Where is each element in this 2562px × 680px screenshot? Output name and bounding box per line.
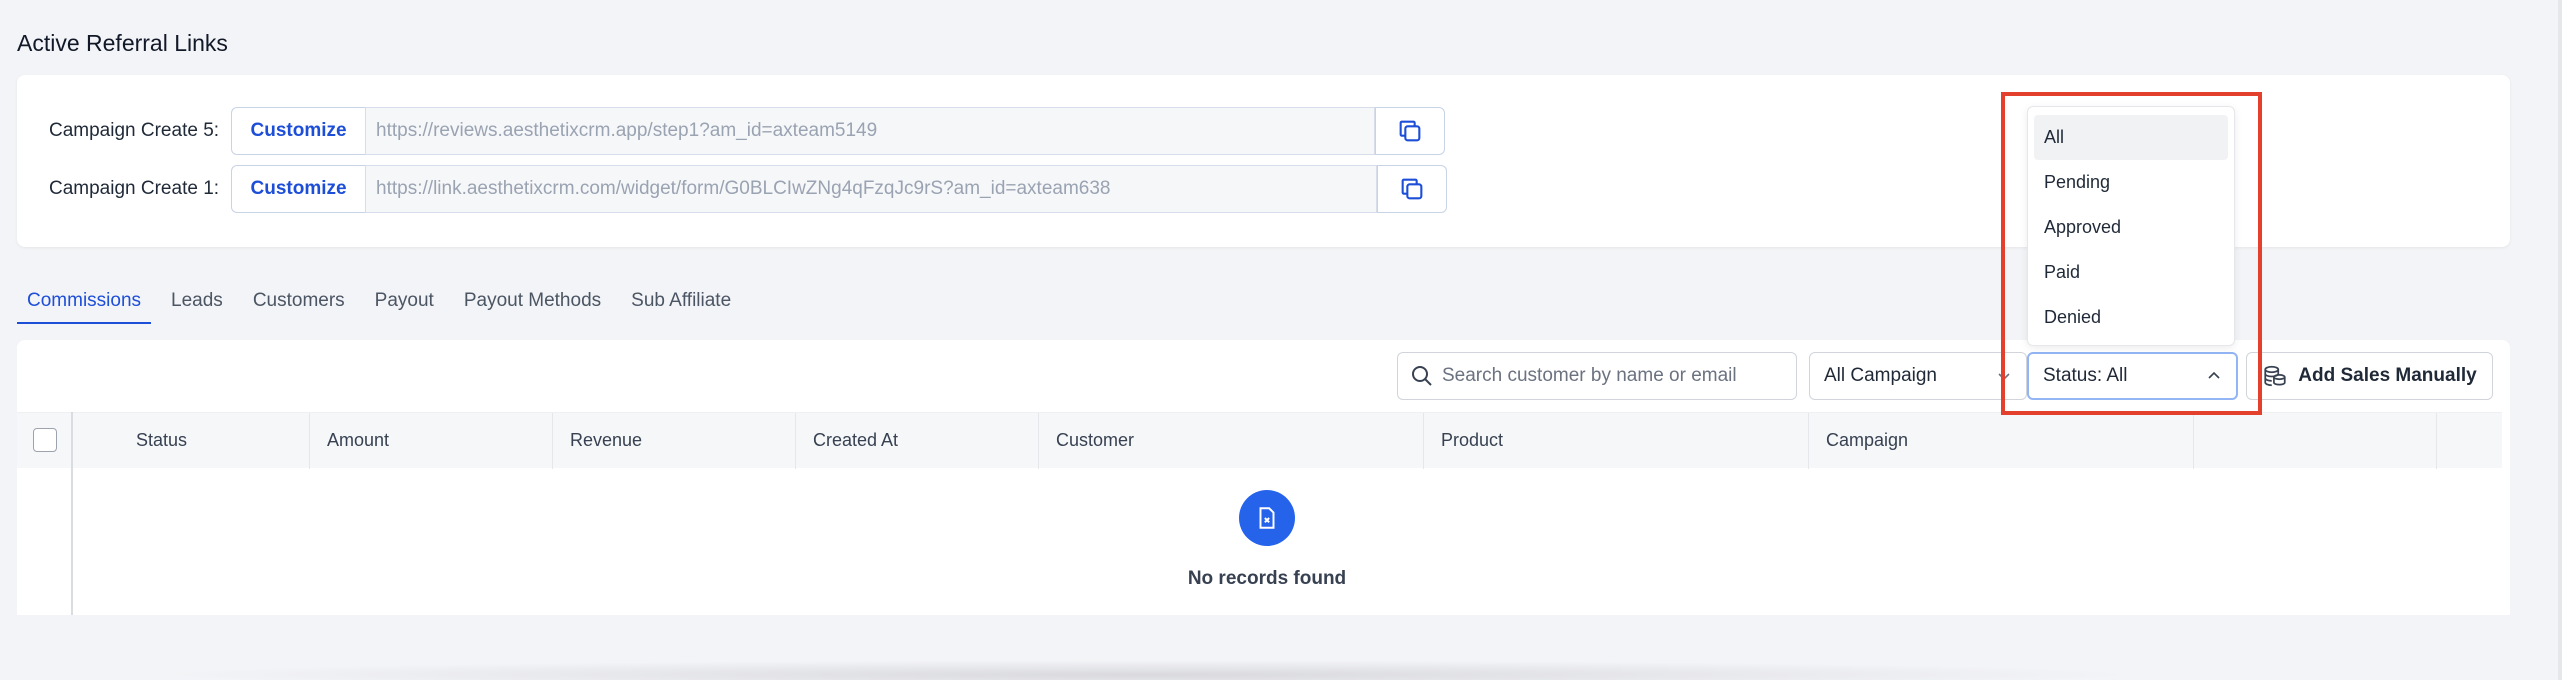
column-header-status[interactable]: Status xyxy=(73,412,310,469)
customize-button[interactable]: Customize xyxy=(231,165,366,213)
highlight-annotation-box xyxy=(2001,92,2262,415)
column-header-campaign[interactable]: Campaign xyxy=(1809,412,2194,469)
column-header-product[interactable]: Product xyxy=(1424,412,1809,469)
column-header-created-at[interactable]: Created At xyxy=(796,412,1039,469)
referral-link-group: Customize https://link.aesthetixcrm.com/… xyxy=(231,165,1448,213)
copy-icon xyxy=(1399,120,1421,142)
tab-leads[interactable]: Leads xyxy=(161,276,233,324)
referral-link-label: Campaign Create 1: xyxy=(49,178,220,199)
table-header: Status Amount Revenue Created At Custome… xyxy=(17,412,2502,469)
referral-link-row: Campaign Create 1: Customize https://lin… xyxy=(49,165,1448,213)
empty-state: No records found xyxy=(1117,490,1417,590)
tab-customers[interactable]: Customers xyxy=(243,276,355,324)
select-column xyxy=(17,412,73,615)
add-sales-manually-button[interactable]: Add Sales Manually xyxy=(2246,352,2493,400)
column-header-customer[interactable]: Customer xyxy=(1039,412,1424,469)
customize-button[interactable]: Customize xyxy=(231,107,366,155)
referral-link-row: Campaign Create 5: Customize https://rev… xyxy=(49,107,1446,155)
empty-file-icon xyxy=(1239,490,1295,546)
search-input[interactable] xyxy=(1442,365,1782,387)
coins-icon xyxy=(2264,365,2286,387)
column-header-amount[interactable]: Amount xyxy=(310,412,553,469)
campaign-select-value: All Campaign xyxy=(1824,365,1937,386)
search-icon xyxy=(1412,366,1432,386)
scrollbar[interactable] xyxy=(2558,0,2562,680)
tab-payout-methods[interactable]: Payout Methods xyxy=(454,276,611,324)
tab-commissions[interactable]: Commissions xyxy=(17,276,152,324)
tab-payout[interactable]: Payout xyxy=(365,276,444,324)
page-title: Active Referral Links xyxy=(17,30,228,56)
referral-link-label: Campaign Create 5: xyxy=(49,120,220,141)
select-all-checkbox[interactable] xyxy=(33,428,57,452)
copy-button[interactable] xyxy=(1375,107,1446,155)
add-sales-label: Add Sales Manually xyxy=(2298,365,2477,386)
tab-sub-affiliate[interactable]: Sub Affiliate xyxy=(621,276,741,324)
referral-link-group: Customize https://reviews.aesthetixcrm.a… xyxy=(231,107,1446,155)
column-header-actions xyxy=(2194,412,2437,469)
referral-url-field[interactable]: https://reviews.aesthetixcrm.app/step1?a… xyxy=(365,107,1376,155)
copy-button[interactable] xyxy=(1377,165,1448,213)
empty-state-text: No records found xyxy=(1187,568,1347,589)
referral-url-field[interactable]: https://link.aesthetixcrm.com/widget/for… xyxy=(365,165,1378,213)
search-box[interactable] xyxy=(1397,352,1797,400)
bottom-shadow xyxy=(150,660,2150,680)
column-header-revenue[interactable]: Revenue xyxy=(553,412,796,469)
tab-bar: Commissions Leads Customers Payout Payou… xyxy=(17,276,751,324)
copy-icon xyxy=(1401,178,1423,200)
campaign-select[interactable]: All Campaign xyxy=(1809,352,2027,400)
